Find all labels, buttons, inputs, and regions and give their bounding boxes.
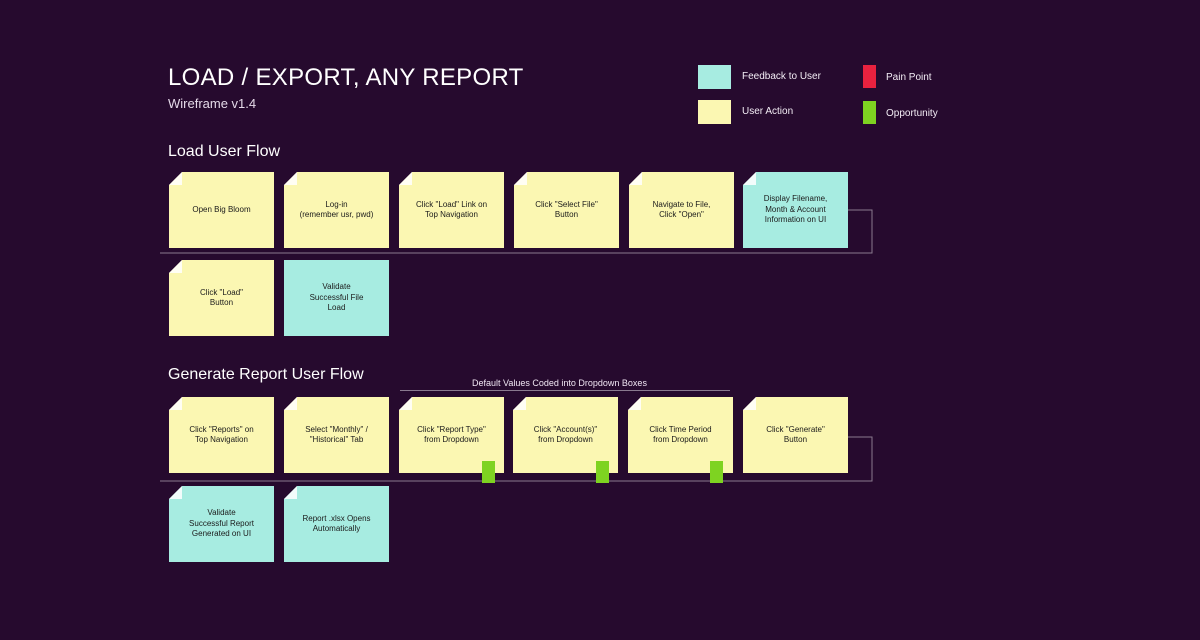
annotation-divider (400, 390, 730, 391)
load-step-click-load-link: Click "Load" Link on Top Navigation (399, 172, 504, 248)
load-step-select-file: Click "Select File" Button (514, 172, 619, 248)
opportunity-marker-time-period (710, 461, 723, 483)
report-step-generate: Click "Generate" Button (743, 397, 848, 473)
report-step-xlsx-opens: Report .xlsx Opens Automatically (284, 486, 389, 562)
load-step-display-info: Display Filename, Month & Account Inform… (743, 172, 848, 248)
load-step-navigate-open: Navigate to File, Click "Open" (629, 172, 734, 248)
report-step-click-reports: Click "Reports" on Top Navigation (169, 397, 274, 473)
load-step-click-load-button: Click "Load" Button (169, 260, 274, 336)
load-step-login: Log-in (remember usr, pwd) (284, 172, 389, 248)
report-step-select-tab: Select "Monthly" / "Historical" Tab (284, 397, 389, 473)
opportunity-marker-report-type (482, 461, 495, 483)
load-step-open-app: Open Big Bloom (169, 172, 274, 248)
report-step-validate: Validate Successful Report Generated on … (169, 486, 274, 562)
opportunity-marker-accounts (596, 461, 609, 483)
load-step-validate: Validate Successful File Load (284, 260, 389, 336)
dropdown-defaults-annotation: Default Values Coded into Dropdown Boxes (472, 378, 647, 388)
